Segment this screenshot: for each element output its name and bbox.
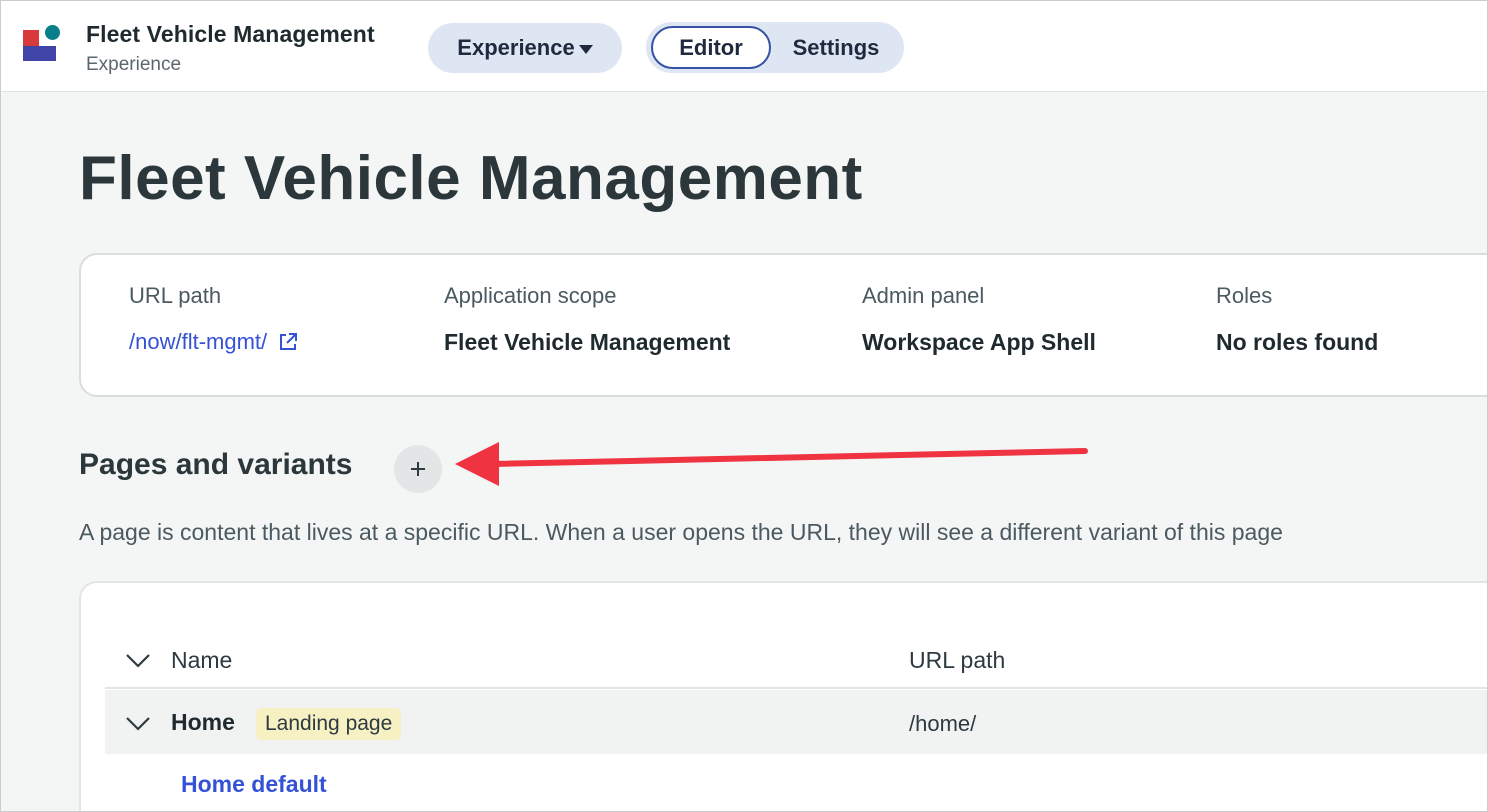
- column-header-name[interactable]: Name: [171, 647, 232, 674]
- tab-settings[interactable]: Settings: [776, 26, 896, 69]
- plus-icon: [411, 462, 425, 476]
- scope-label: Application scope: [444, 283, 617, 308]
- admin-panel-info: Admin panel Workspace App Shell: [862, 283, 1096, 356]
- pages-description: A page is content that lives at a specif…: [79, 519, 1283, 545]
- pages-variants-heading: Pages and variants: [79, 448, 353, 481]
- pages-table: Name URL path Home Landing page /home/ H…: [79, 581, 1487, 811]
- experience-menu-label: Experience: [457, 35, 575, 60]
- chevron-down-icon[interactable]: [125, 716, 151, 732]
- table-row[interactable]: Home Landing page /home/: [105, 690, 1487, 754]
- roles-label: Roles: [1216, 283, 1273, 308]
- experience-menu-button[interactable]: Experience: [428, 23, 622, 73]
- page-name[interactable]: Home: [171, 709, 235, 736]
- admin-label: Admin panel: [862, 283, 985, 308]
- annotation-arrow: [455, 442, 1088, 486]
- app-window: Fleet Vehicle Management Experience Expe…: [0, 0, 1488, 812]
- caret-down-icon: [578, 45, 593, 54]
- app-title: Fleet Vehicle Management: [86, 21, 375, 47]
- url-path-value[interactable]: /now/flt-mgmt/: [129, 329, 267, 355]
- editor-settings-toggle: Editor Settings: [646, 22, 904, 73]
- app-subtitle: Experience: [86, 54, 182, 75]
- page-title: Fleet Vehicle Management: [79, 144, 863, 213]
- variant-link-home-default[interactable]: Home default: [181, 771, 327, 798]
- url-path-label: URL path: [129, 283, 222, 308]
- application-scope-info: Application scope Fleet Vehicle Manageme…: [444, 283, 730, 356]
- app-logo-icon: [21, 23, 63, 63]
- experience-info-card: URL path /now/flt-mgmt/ Application scop…: [79, 253, 1487, 397]
- url-path-info: URL path /now/flt-mgmt/: [129, 283, 299, 355]
- column-header-url-path[interactable]: URL path: [909, 647, 1005, 674]
- table-header: Name URL path: [105, 603, 1487, 689]
- scope-value: Fleet Vehicle Management: [444, 329, 731, 355]
- add-page-button[interactable]: [394, 445, 442, 493]
- top-header: Fleet Vehicle Management Experience Expe…: [1, 1, 1487, 92]
- roles-info: Roles No roles found: [1216, 283, 1378, 356]
- page-url-path: /home/: [909, 711, 977, 736]
- url-path-link[interactable]: /now/flt-mgmt/: [129, 329, 299, 355]
- external-link-icon: [280, 333, 298, 350]
- roles-value: No roles found: [1216, 329, 1379, 355]
- chevron-down-icon[interactable]: [125, 653, 151, 669]
- tab-editor[interactable]: Editor: [651, 26, 771, 69]
- admin-value: Workspace App Shell: [862, 329, 1096, 355]
- landing-page-badge: Landing page: [256, 708, 402, 740]
